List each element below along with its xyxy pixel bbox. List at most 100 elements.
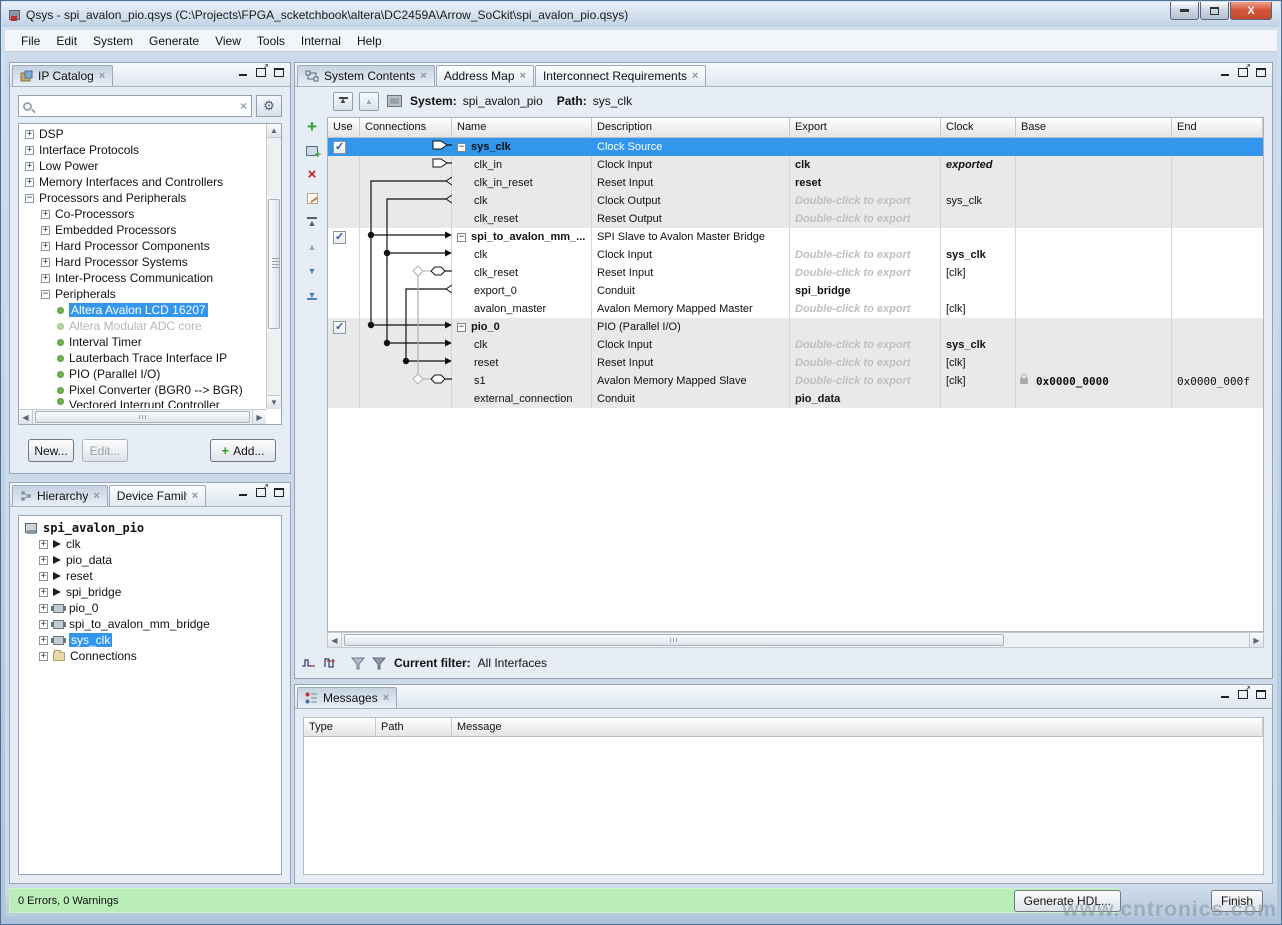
ip-tree-item[interactable]: +Hard Processor Systems: [19, 254, 266, 270]
base-cell[interactable]: [1016, 354, 1172, 372]
scroll-right-icon[interactable]: ▶: [1249, 633, 1263, 647]
collapse-icon[interactable]: −: [25, 194, 34, 203]
ip-tree-item[interactable]: +Memory Interfaces and Controllers: [19, 174, 266, 190]
clock-cell[interactable]: [941, 228, 1016, 246]
panel-float-icon[interactable]: [256, 68, 266, 77]
tab-close-icon[interactable]: ×: [520, 70, 526, 82]
base-cell[interactable]: [1016, 228, 1172, 246]
collapse-icon[interactable]: −: [457, 323, 466, 332]
tab-close-icon[interactable]: ×: [99, 70, 105, 82]
tab-close-icon[interactable]: ×: [192, 490, 198, 502]
tab-close-icon[interactable]: ×: [383, 692, 389, 704]
scroll-right-icon[interactable]: ▶: [252, 410, 266, 424]
expand-icon[interactable]: +: [25, 146, 34, 155]
export-cell[interactable]: Double-click to export: [790, 354, 941, 372]
expand-icon[interactable]: +: [39, 556, 48, 565]
finish-button[interactable]: Finish: [1211, 890, 1263, 912]
ip-tree-item[interactable]: −Processors and Peripherals: [19, 190, 266, 206]
hierarchy-tree-item[interactable]: +pio_0: [23, 600, 281, 616]
menu-item-system[interactable]: System: [85, 31, 141, 51]
clock-cell[interactable]: [941, 390, 1016, 408]
move-row-down-button[interactable]: ▼: [304, 263, 320, 278]
export-cell[interactable]: Double-click to export: [790, 336, 941, 354]
edit-button[interactable]: Edit...: [82, 439, 128, 462]
clock-cell[interactable]: sys_clk: [941, 192, 1016, 210]
expand-icon[interactable]: +: [41, 274, 50, 283]
clock-cell[interactable]: exported: [941, 156, 1016, 174]
ip-tree-item[interactable]: Interval Timer: [19, 334, 266, 350]
expand-icon[interactable]: +: [39, 540, 48, 549]
panel-minimize-icon[interactable]: [1221, 69, 1230, 77]
ip-tree-item[interactable]: PIO (Parallel I/O): [19, 366, 266, 382]
filter-icon[interactable]: [351, 657, 365, 670]
clear-search-icon[interactable]: ×: [240, 99, 247, 113]
hierarchy-tree-item[interactable]: +spi_to_avalon_mm_bridge: [23, 616, 281, 632]
hierarchy-tree-item[interactable]: +pio_data: [23, 552, 281, 568]
waveform-filter-icon[interactable]: [323, 657, 338, 670]
ip-tree-item[interactable]: +Interface Protocols: [19, 142, 266, 158]
ip-tree-item[interactable]: +Embedded Processors: [19, 222, 266, 238]
ip-tree-item[interactable]: Altera Avalon LCD 16207: [19, 302, 266, 318]
menu-item-view[interactable]: View: [207, 31, 249, 51]
table-row[interactable]: clk_inClock Inputclkexported: [328, 156, 1263, 174]
remove-component-button[interactable]: ×: [304, 167, 320, 182]
clock-cell[interactable]: sys_clk: [941, 336, 1016, 354]
tab-messages[interactable]: Messages ×: [297, 687, 397, 708]
menu-item-file[interactable]: File: [13, 31, 48, 51]
base-cell[interactable]: [1016, 138, 1172, 156]
export-cell[interactable]: Double-click to export: [790, 192, 941, 210]
export-cell[interactable]: pio_data: [790, 390, 941, 408]
ip-tree-item[interactable]: Lauterbach Trace Interface IP: [19, 350, 266, 366]
hierarchy-tree-item[interactable]: +sys_clk: [23, 632, 281, 648]
new-button[interactable]: New...: [28, 439, 74, 462]
add-component-button[interactable]: +: [304, 119, 320, 134]
clock-cell[interactable]: [clk]: [941, 354, 1016, 372]
ip-tree-item[interactable]: −Peripherals: [19, 286, 266, 302]
tab-interconnect-requirements[interactable]: Interconnect Requirements ×: [535, 65, 707, 86]
expand-icon[interactable]: +: [39, 620, 48, 629]
table-row[interactable]: resetReset InputDouble-click to export[c…: [328, 354, 1263, 372]
tab-close-icon[interactable]: ×: [692, 70, 698, 82]
export-cell[interactable]: Double-click to export: [790, 300, 941, 318]
close-button[interactable]: X: [1230, 2, 1272, 20]
ip-tree-item[interactable]: +DSP: [19, 126, 266, 142]
menu-item-tools[interactable]: Tools: [249, 31, 293, 51]
export-cell[interactable]: [790, 318, 941, 336]
clock-cell[interactable]: [clk]: [941, 300, 1016, 318]
move-row-bottom-button[interactable]: ▼: [304, 287, 320, 302]
table-row[interactable]: avalon_masterAvalon Memory Mapped Master…: [328, 300, 1263, 318]
base-cell[interactable]: [1016, 300, 1172, 318]
export-cell[interactable]: clk: [790, 156, 941, 174]
scroll-down-icon[interactable]: ▼: [267, 395, 281, 409]
export-cell[interactable]: spi_bridge: [790, 282, 941, 300]
base-cell[interactable]: [1016, 174, 1172, 192]
panel-maximize-icon[interactable]: [274, 488, 284, 497]
tab-close-icon[interactable]: ×: [420, 70, 426, 82]
move-row-up-button[interactable]: ▲: [304, 239, 320, 254]
clock-cell[interactable]: [clk]: [941, 372, 1016, 390]
scroll-left-icon[interactable]: ◀: [328, 633, 342, 647]
ip-tree-horizontal-scrollbar[interactable]: ◀ ▶: [19, 409, 266, 424]
panel-maximize-icon[interactable]: [1256, 68, 1266, 77]
export-cell[interactable]: Double-click to export: [790, 264, 941, 282]
expand-icon[interactable]: +: [41, 210, 50, 219]
expand-icon[interactable]: +: [41, 242, 50, 251]
expand-icon[interactable]: +: [39, 636, 48, 645]
table-row[interactable]: s1Avalon Memory Mapped SlaveDouble-click…: [328, 372, 1263, 390]
tab-system-contents[interactable]: System Contents ×: [297, 65, 435, 86]
duplicate-component-button[interactable]: [304, 143, 320, 158]
scroll-left-icon[interactable]: ◀: [19, 410, 33, 424]
panel-maximize-icon[interactable]: [1256, 690, 1266, 699]
expand-icon[interactable]: +: [41, 226, 50, 235]
tab-device-family[interactable]: Device Family ×: [109, 485, 206, 506]
tab-address-map[interactable]: Address Map ×: [436, 65, 534, 86]
ip-tree-item[interactable]: +Co-Processors: [19, 206, 266, 222]
base-cell[interactable]: [1016, 264, 1172, 282]
panel-maximize-icon[interactable]: [274, 68, 284, 77]
base-cell[interactable]: [1016, 390, 1172, 408]
ip-tree-item[interactable]: Pixel Converter (BGR0 --> BGR): [19, 382, 266, 398]
menu-item-generate[interactable]: Generate: [141, 31, 207, 51]
add-button[interactable]: +Add...: [210, 439, 276, 462]
export-cell[interactable]: [790, 228, 941, 246]
ip-tree-item[interactable]: +Low Power: [19, 158, 266, 174]
